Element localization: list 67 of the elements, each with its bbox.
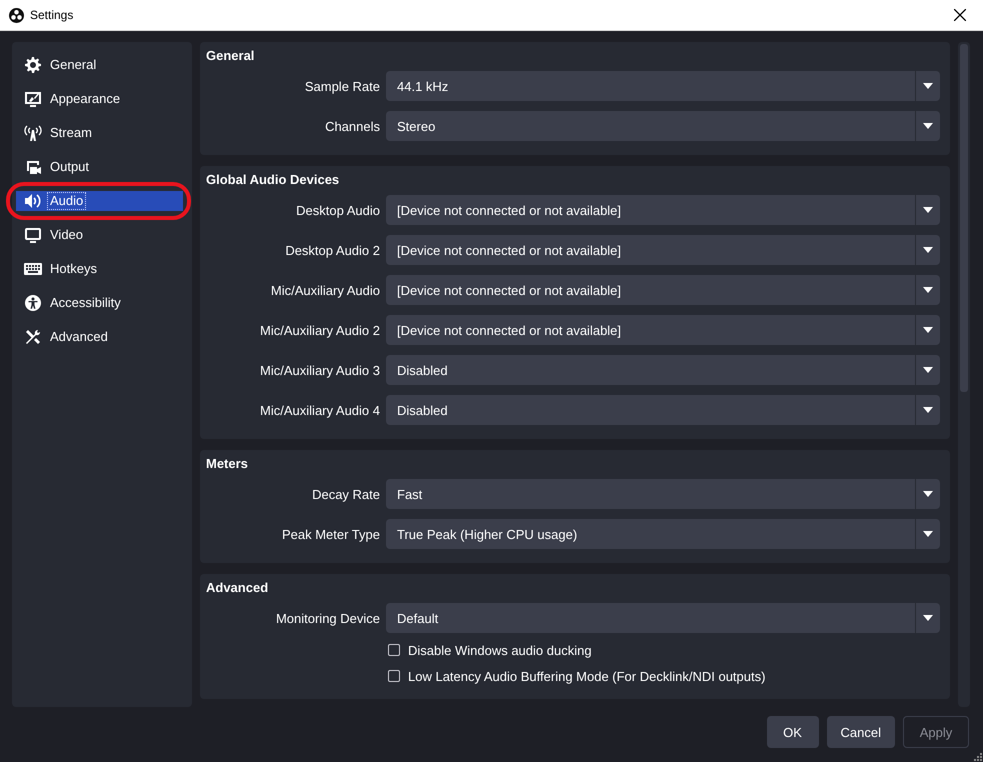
caret-icon (923, 407, 933, 413)
field-label: Monitoring Device (274, 610, 380, 626)
logo-icon (9, 8, 24, 22)
section-title: Advanced (206, 580, 270, 595)
section-title: Meters (206, 456, 249, 471)
dropdown[interactable]: Fast (386, 479, 940, 509)
caret-icon (923, 123, 933, 129)
field-label: Mic/Auxiliary Audio 3 (259, 362, 380, 378)
scrollbar[interactable] (958, 42, 970, 707)
caret-icon (923, 247, 933, 253)
antenna-icon (24, 125, 42, 141)
sidebar-item[interactable]: Appearance (16, 89, 183, 109)
caret-icon (923, 207, 933, 213)
field-label: Mic/Auxiliary Audio 4 (259, 402, 380, 418)
camera-icon (25, 159, 41, 175)
sidebar-item[interactable]: Audio (16, 191, 183, 211)
scrollbar-thumb[interactable] (960, 44, 968, 392)
checkbox[interactable] (388, 670, 400, 682)
dropdown[interactable]: Disabled (386, 355, 940, 385)
tools-icon (25, 329, 41, 345)
dropdown[interactable]: [Device not connected or not available] (386, 195, 940, 225)
sidebar-item[interactable]: Output (16, 157, 183, 177)
checkbox[interactable] (388, 644, 400, 656)
section-title: Global Audio Devices (206, 172, 340, 187)
monitor-brush-icon (25, 91, 41, 107)
field-label: Mic/Auxiliary Audio (270, 282, 380, 298)
dropdown[interactable]: Default (386, 603, 940, 633)
section-title: General (206, 48, 256, 63)
sidebar-item[interactable]: General (16, 55, 183, 75)
speaker-icon (24, 193, 42, 209)
caret-icon (923, 615, 933, 621)
sidebar-item[interactable]: Accessibility (16, 293, 183, 313)
dialog-button[interactable]: OK (766, 716, 819, 748)
checkbox-label: Low Latency Audio Buffering Mode (For Decklink/NDI outputs) (408, 668, 766, 684)
dropdown[interactable]: 44.1 kHz (386, 71, 940, 101)
field-label: Desktop Audio (295, 202, 380, 218)
field-label: Decay Rate (311, 486, 380, 502)
monitor-icon (25, 227, 41, 243)
field-label: Mic/Auxiliary Audio 2 (259, 322, 380, 338)
caret-icon (923, 287, 933, 293)
caret-icon (923, 531, 933, 537)
accessibility-icon (25, 295, 41, 311)
sidebar-item[interactable]: Hotkeys (16, 259, 183, 279)
caret-icon (923, 367, 933, 373)
field-label: Sample Rate (304, 78, 380, 94)
dropdown[interactable]: Disabled (386, 395, 940, 425)
dialog-button[interactable]: Cancel (826, 716, 895, 748)
field-label: Peak Meter Type (280, 526, 380, 542)
sidebar-item[interactable]: Video (16, 225, 183, 245)
field-label: Desktop Audio 2 (284, 242, 380, 258)
gear-icon (25, 57, 41, 73)
field-label: Channels (324, 118, 380, 134)
dropdown[interactable]: True Peak (Higher CPU usage) (386, 519, 940, 549)
caret-icon (923, 83, 933, 89)
sidebar-item[interactable]: Stream (16, 123, 183, 143)
dropdown[interactable]: [Device not connected or not available] (386, 235, 940, 265)
resize-grip-icon[interactable] (974, 753, 982, 761)
dropdown[interactable]: [Device not connected or not available] (386, 315, 940, 345)
dropdown[interactable]: Stereo (386, 111, 940, 141)
caret-icon (923, 491, 933, 497)
caret-icon (923, 327, 933, 333)
close-icon (954, 9, 966, 21)
dropdown[interactable]: [Device not connected or not available] (386, 275, 940, 305)
window-title: Settings (30, 8, 74, 22)
keyboard-icon (24, 262, 42, 276)
checkbox-label: Disable Windows audio ducking (408, 642, 592, 658)
sidebar-item[interactable]: Advanced (16, 327, 183, 347)
